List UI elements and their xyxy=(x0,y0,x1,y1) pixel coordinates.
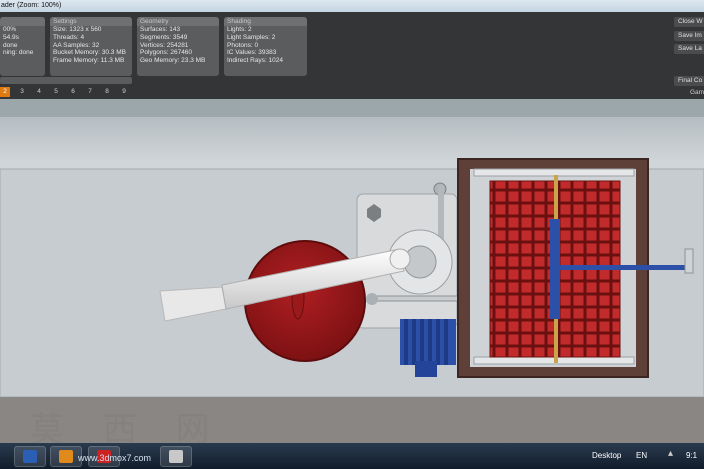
save-image-button[interactable]: Save Im xyxy=(674,31,704,41)
tray-chevron-icon[interactable]: ▴ xyxy=(668,448,673,460)
window-title-bar: ader (Zoom: 100%) xyxy=(0,0,704,12)
final-color-button[interactable]: Final Co xyxy=(674,76,704,86)
settings-panel: Settings Size: 1323 x 560 Threads: 4 AA … xyxy=(50,17,132,76)
window-title: ader (Zoom: 100%) xyxy=(1,2,62,9)
clock-time[interactable]: 9:1 xyxy=(686,450,697,462)
desktop-toolbar-label[interactable]: Desktop xyxy=(592,450,621,462)
shading-panel-title: Shading xyxy=(224,17,307,26)
status-line: 00% xyxy=(3,26,17,33)
render-stats-bar: 00% 54.9s done ning: done Settings Size:… xyxy=(0,12,704,99)
media-player-icon xyxy=(59,450,73,463)
buffer-tab-5[interactable]: 5 xyxy=(51,87,61,97)
settings-line: Frame Memory: 11.3 MB xyxy=(53,57,125,65)
status-line: done xyxy=(3,41,18,49)
settings-line: AA Samples: 32 xyxy=(53,41,100,49)
buffer-tab-7[interactable]: 7 xyxy=(85,87,95,97)
geometry-line: Surfaces: 143 xyxy=(140,26,181,33)
windows-taskbar: www.3dmox7.com Desktop EN ▴ 9:1 xyxy=(0,443,704,469)
settings-panel-title: Settings xyxy=(50,17,132,26)
buffer-tab-3[interactable]: 3 xyxy=(17,87,27,97)
shading-line: Light Samples: 2 xyxy=(227,33,276,41)
buffer-tab-4[interactable]: 4 xyxy=(34,87,44,97)
geometry-line: Geo Memory: 23.3 MB xyxy=(140,57,206,65)
shading-line: Photons: 0 xyxy=(227,41,259,49)
shading-line: IC Values: 39383 xyxy=(227,49,277,57)
geometry-line: Vertices: 254281 xyxy=(140,41,189,49)
geometry-panel: Geometry Surfaces: 143 Segments: 3549 Ve… xyxy=(137,17,219,76)
word-icon xyxy=(23,450,37,463)
status-panel: 00% 54.9s done ning: done xyxy=(0,17,45,76)
buffer-tab-6[interactable]: 6 xyxy=(68,87,78,97)
settings-line: Size: 1323 x 560 xyxy=(53,26,102,33)
gamma-label: Gam xyxy=(690,89,704,96)
shading-panel: Shading Lights: 2 Light Samples: 2 Photo… xyxy=(224,17,307,76)
geometry-line: Polygons: 267460 xyxy=(140,49,193,57)
geometry-panel-title: Geometry xyxy=(137,17,219,26)
buffer-tab-2[interactable]: 2 xyxy=(0,87,10,97)
settings-line: Threads: 4 xyxy=(53,33,85,41)
render-viewport[interactable] xyxy=(0,99,704,443)
geometry-line: Segments: 3549 xyxy=(140,33,188,41)
status-panel-title xyxy=(0,17,45,26)
render-image xyxy=(0,99,704,443)
site-watermark-text: www.3dmox7.com xyxy=(78,453,152,463)
status-line: 54.9s xyxy=(3,33,19,41)
buffer-tab-9[interactable]: 9 xyxy=(119,87,129,97)
shading-line: Lights: 2 xyxy=(227,26,252,33)
3d-app-icon xyxy=(169,450,183,463)
taskbar-3d-app-button[interactable] xyxy=(160,446,192,467)
render-progress-bar xyxy=(0,77,132,84)
status-line: ning: done xyxy=(3,49,34,57)
settings-line: Bucket Memory: 30.3 MB xyxy=(53,49,126,57)
buffer-tab-8[interactable]: 8 xyxy=(102,87,112,97)
close-window-button[interactable]: Close W xyxy=(674,17,704,27)
shading-line: Indirect Rays: 1024 xyxy=(227,57,284,65)
language-indicator[interactable]: EN xyxy=(636,450,647,462)
save-layers-button[interactable]: Save La xyxy=(674,44,704,54)
taskbar-word-button[interactable] xyxy=(14,446,46,467)
